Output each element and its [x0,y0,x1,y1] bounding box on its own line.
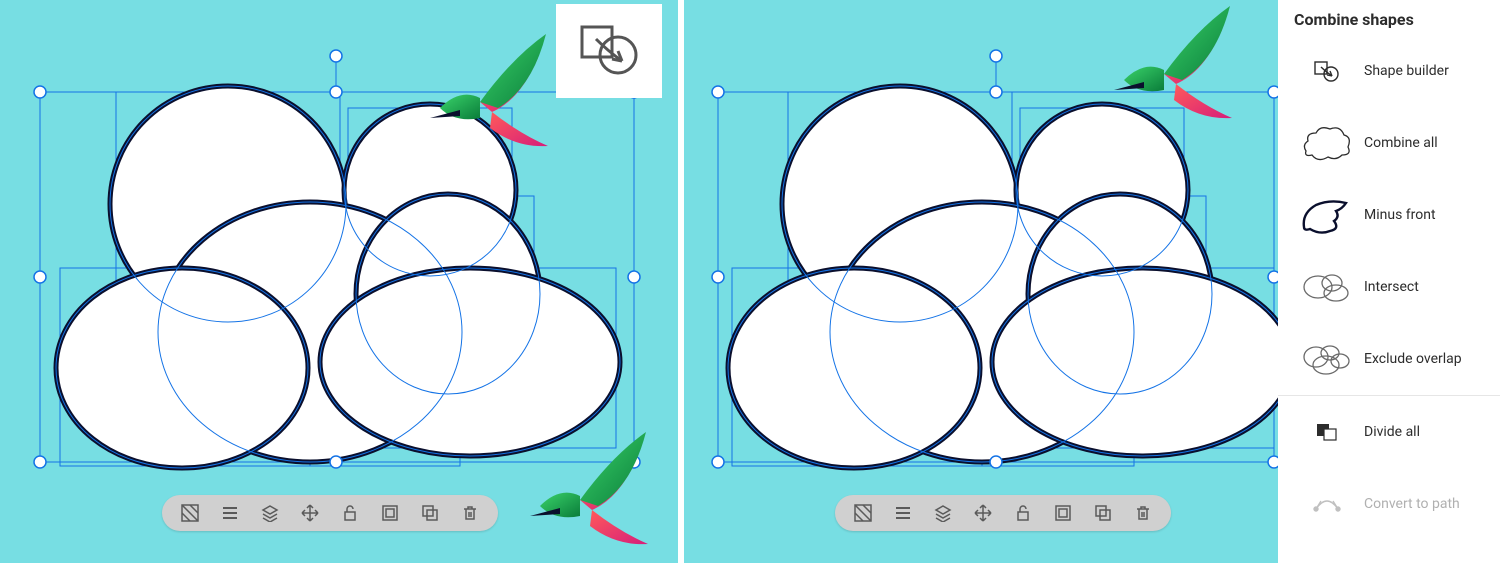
opacity-icon[interactable] [843,495,883,531]
combine-shapes-panel: Combine shapes Shape builder Combine all… [1278,0,1500,563]
panel-item-intersect[interactable]: Intersect [1278,251,1500,323]
panel-item-label: Minus front [1364,207,1436,223]
context-toolbar-right [835,495,1171,531]
unlock-icon[interactable] [1003,495,1043,531]
intersect-icon [1294,263,1360,311]
trash-icon[interactable] [1123,495,1163,531]
arrange-layers-icon[interactable] [250,495,290,531]
shape-builder-icon [1294,47,1360,95]
minus-front-icon [1294,191,1360,239]
hummingbird-right [1114,6,1232,118]
shape-builder-badge [556,4,662,98]
hummingbird-bottom [530,432,648,544]
arrange-layers-icon[interactable] [923,495,963,531]
duplicate-icon[interactable] [1083,495,1123,531]
divide-all-icon [1294,408,1360,456]
artwork-right [684,0,1278,563]
panel-item-exclude-overlap[interactable]: Exclude overlap [1278,323,1500,395]
exclude-overlap-icon [1294,335,1360,383]
group-icon[interactable] [370,495,410,531]
shape-builder-icon [574,21,644,81]
convert-to-path-icon [1294,480,1360,528]
panel-item-minus-front[interactable]: Minus front [1278,179,1500,251]
stroke-weight-icon[interactable] [210,495,250,531]
panel-item-label: Combine all [1364,135,1438,151]
panel-item-convert-to-path: Convert to path [1278,468,1500,540]
panel-item-combine-all[interactable]: Combine all [1278,107,1500,179]
combine-all-icon [1294,119,1360,167]
panel-item-shape-builder[interactable]: Shape builder [1278,35,1500,107]
page: Combine shapes Shape builder Combine all… [0,0,1500,563]
panel-item-label: Intersect [1364,279,1419,295]
stroke-weight-icon[interactable] [883,495,923,531]
panel-item-divide-all[interactable]: Divide all [1278,395,1500,468]
move-icon[interactable] [963,495,1003,531]
canvas-left[interactable] [0,0,678,563]
group-icon[interactable] [1043,495,1083,531]
panel-item-label: Divide all [1364,424,1420,440]
opacity-icon[interactable] [170,495,210,531]
move-icon[interactable] [290,495,330,531]
trash-icon[interactable] [450,495,490,531]
panel-title: Combine shapes [1278,0,1500,35]
panel-item-label: Exclude overlap [1364,351,1462,367]
canvas-right[interactable] [684,0,1278,563]
unlock-icon[interactable] [330,495,370,531]
context-toolbar-left [162,495,498,531]
duplicate-icon[interactable] [410,495,450,531]
panel-item-label: Shape builder [1364,63,1449,79]
panel-item-label: Convert to path [1364,496,1460,512]
